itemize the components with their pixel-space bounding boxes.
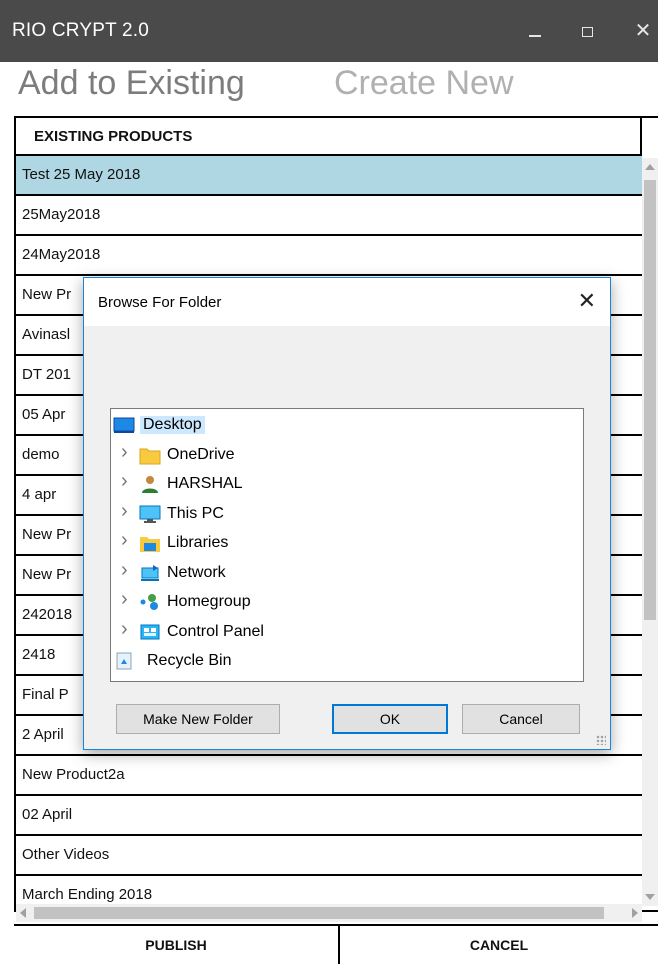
hscroll-thumb[interactable] [34,907,604,919]
dialog-close-icon[interactable]: ✕ [578,288,596,314]
user-icon [139,474,161,494]
maximize-icon[interactable] [572,14,602,48]
list-item[interactable]: Other Videos [16,836,642,876]
list-item-label: Other Videos [22,846,110,863]
folder-tree[interactable]: Desktop › OneDrive › HARSHAL › This PC › Librari… [110,408,584,682]
horizontal-scrollbar[interactable] [16,904,642,922]
homegroup-icon [139,592,161,612]
desktop-icon [113,415,135,435]
list-item[interactable]: Test 25 May 2018 [16,156,642,196]
chevron-right-icon[interactable]: › [121,618,128,641]
list-item-label: 25May2018 [22,206,101,223]
list-item-label: New Pr [22,526,72,543]
list-item-label: New Pr [22,566,72,583]
column-header: EXISTING PRODUCTS [34,128,193,145]
tree-item-label: HARSHAL [167,475,243,492]
list-item-label: 242018 [22,606,73,623]
tree-item-label: Desktop [140,416,205,434]
chevron-right-icon[interactable]: › [121,588,128,611]
dialog-title: Browse For Folder [98,294,222,311]
scroll-up-icon[interactable] [645,164,655,170]
list-item-label: demo [22,446,60,463]
title-bar[interactable]: RIO CRYPT 2.0 ✕ [0,0,658,62]
chevron-right-icon[interactable]: › [121,441,128,464]
scroll-thumb[interactable] [644,180,656,620]
list-item[interactable]: New Product2a [16,756,642,796]
folder-icon [139,445,161,465]
minimize-icon[interactable] [520,14,550,48]
make-new-folder-button[interactable]: Make New Folder [116,704,280,734]
tree-item-label: Network [167,563,226,581]
list-item[interactable]: 24May2018 [16,236,642,276]
list-item-label: New Pr [22,286,72,303]
scroll-left-icon[interactable] [20,908,26,918]
tree-item-label: Recycle Bin [147,652,232,669]
list-item-label: 05 Apr [22,406,66,423]
list-item-label: 2418 [22,646,56,663]
dialog-cancel-button[interactable]: Cancel [462,704,580,734]
recycle-bin-icon [113,651,135,671]
tree-item-label: OneDrive [167,445,235,463]
libraries-icon [139,533,161,553]
list-item-label: March Ending 2018 [22,886,153,903]
browse-folder-dialog: Browse For Folder ✕ Desktop › OneDrive › HAR… [83,277,611,750]
scroll-down-icon[interactable] [645,894,655,900]
close-icon[interactable]: ✕ [628,14,658,48]
list-item-label: 4 apr [22,486,57,503]
chevron-right-icon[interactable]: › [121,500,128,523]
resize-grip-icon[interactable] [596,735,606,745]
computer-icon [139,504,161,524]
list-item-label: 02 April [22,806,73,823]
tab-add-to-existing[interactable]: Add to Existing [18,64,245,103]
app-window: RIO CRYPT 2.0 ✕ Add to Existing Create N… [0,0,658,964]
list-item-label: New Product2a [22,766,125,783]
list-item-label: 2 April [22,726,64,743]
list-item-label: Final P [22,686,69,703]
list-item-label: 24May2018 [22,246,101,263]
list-header: EXISTING PRODUCTS [16,118,642,156]
list-item-label: Test 25 May 2018 [22,166,141,183]
scroll-right-icon[interactable] [632,908,638,918]
tab-create-new[interactable]: Create New [334,64,514,103]
publish-button[interactable]: PUBLISH [14,926,340,964]
tree-item-label: Control Panel [167,622,264,640]
footer-bar: PUBLISH CANCEL [14,924,658,964]
dialog-title-bar[interactable]: Browse For Folder ✕ [84,278,610,326]
chevron-right-icon[interactable]: › [121,529,128,552]
list-item[interactable]: 02 April [16,796,642,836]
chevron-right-icon[interactable]: › [121,470,128,493]
list-item[interactable]: 25May2018 [16,196,642,236]
control-panel-icon [139,622,161,642]
vertical-scrollbar[interactable] [642,158,658,906]
ok-button[interactable]: OK [332,704,448,734]
tree-item-label: Libraries [167,534,229,551]
network-icon [139,563,161,583]
list-item-label: DT 201 [22,366,71,383]
cancel-button[interactable]: CANCEL [340,926,658,964]
tree-item-label: This PC [167,504,224,522]
list-item-label: Avinasl [22,326,71,343]
chevron-right-icon[interactable]: › [121,559,128,582]
tree-item-label: Homegroup [167,593,251,610]
window-title: RIO CRYPT 2.0 [12,20,150,41]
